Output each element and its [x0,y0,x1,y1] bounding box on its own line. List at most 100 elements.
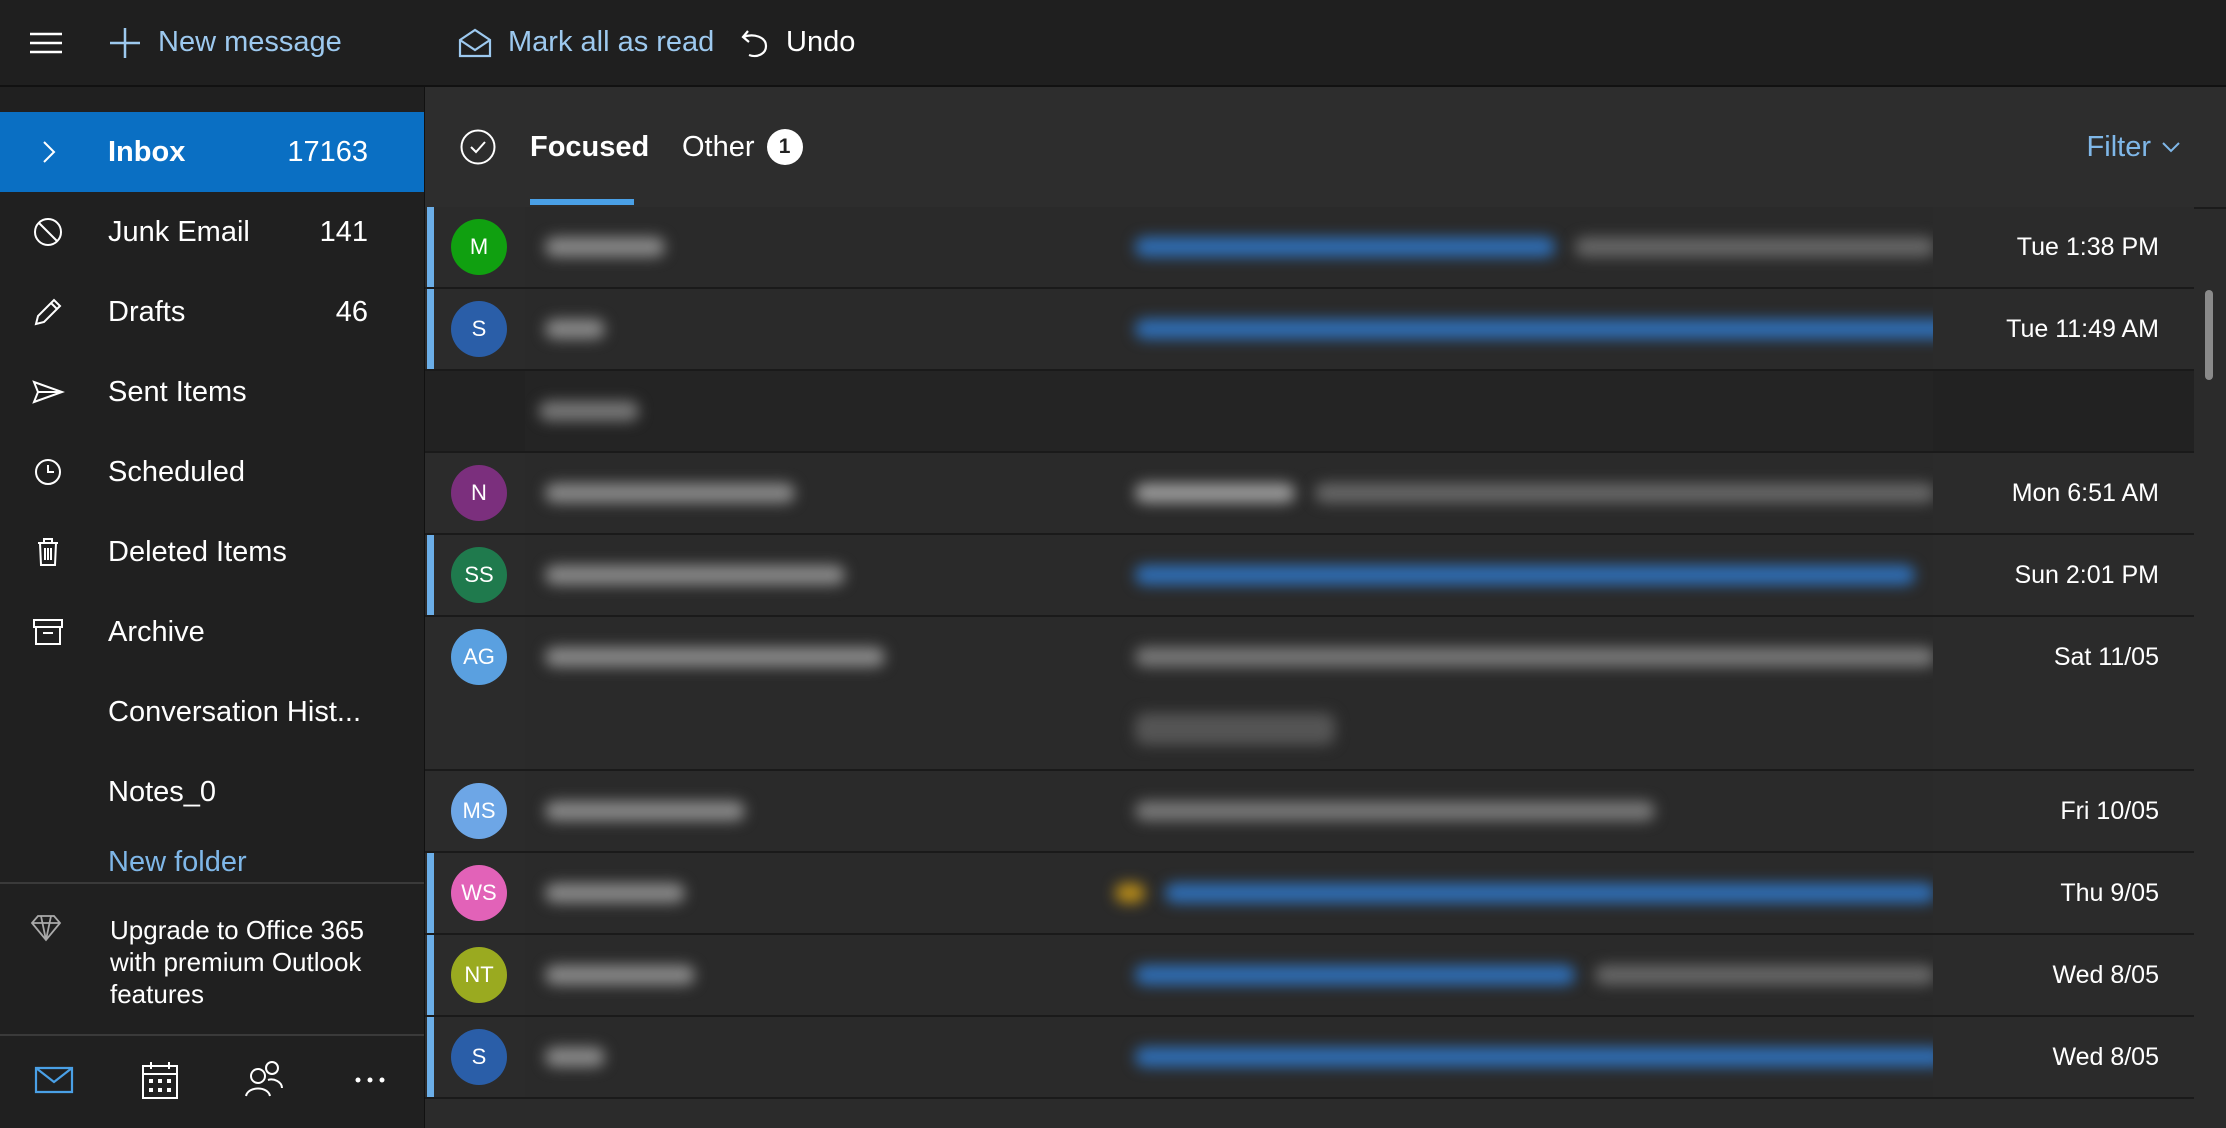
table-row[interactable]: S Tue 11:49 AM [425,289,2194,371]
mail-icon[interactable] [30,1056,78,1104]
sidebar-item-sent-items[interactable]: Sent Items [0,352,424,432]
avatar: S [451,1029,507,1085]
blurred-message-preview [525,935,1933,1015]
sidebar-item-junk-email[interactable]: Junk Email 141 [0,192,424,272]
sidebar-item-label: Drafts [108,295,186,328]
more-icon[interactable] [346,1056,394,1104]
message-date: Fri 10/05 [2060,797,2159,825]
message-list: M Tue 1:38 PM S Tue 11:49 AM N Mon 6:51 … [425,207,2194,1128]
archive-icon [33,619,63,645]
undo-icon [741,29,768,57]
table-row[interactable]: S Wed 8/05 [425,1017,2194,1099]
blurred-message-preview [525,535,1933,615]
new-message-button[interactable]: New message [108,0,342,85]
sidebar-item-label: Archive [108,615,205,648]
sidebar-item-archive[interactable]: Archive [0,592,424,672]
new-message-label: New message [158,26,342,58]
plus-icon [110,27,140,58]
table-row[interactable]: WS Thu 9/05 [425,853,2194,935]
sidebar-item-inbox[interactable]: Inbox 17163 [0,112,424,192]
other-count-badge: 1 [766,129,803,165]
hamburger-icon [30,32,62,53]
table-row[interactable]: N Mon 6:51 AM [425,453,2194,535]
message-date: Wed 8/05 [2052,961,2159,989]
block-icon [34,218,62,246]
table-row[interactable]: M Tue 1:38 PM [425,207,2194,289]
blurred-message-preview [525,853,1933,933]
trash-icon [38,538,58,566]
upgrade-banner[interactable]: Upgrade to Office 365 with premium Outlo… [0,882,424,1036]
avatar: WS [451,865,507,921]
diamond-icon [30,915,62,942]
calendar-icon[interactable] [136,1056,184,1104]
blurred-message-preview [525,1017,1933,1097]
date-group-header [425,371,2194,453]
unread-count: 17163 [287,135,368,168]
table-row[interactable]: SS Sun 2:01 PM [425,535,2194,617]
blurred-message-preview [525,207,1933,287]
new-folder-label: New folder [108,846,247,878]
filter-label: Filter [2086,130,2151,163]
sidebar-item-scheduled[interactable]: Scheduled [0,432,424,512]
folder-count: 46 [335,295,368,328]
check-circle-icon [460,129,496,165]
sidebar-item-conversation-history[interactable]: Conversation Hist... [0,672,424,752]
bottom-nav [0,1034,424,1128]
undo-button[interactable]: Undo [740,0,855,85]
tab-focused[interactable]: Focused [530,87,649,207]
folder-count: 141 [319,215,368,248]
avatar: N [451,465,507,521]
message-date: Sun 2:01 PM [2014,561,2159,589]
chevron-right-icon [43,141,56,163]
sidebar-item-label: Conversation Hist... [108,695,362,728]
blurred-message-preview [525,771,1933,851]
inbox-tabs: Focused Other 1 Filter [425,87,2226,209]
message-date: Mon 6:51 AM [2011,479,2159,507]
sidebar-item-label: Deleted Items [108,535,287,568]
tab-other-label: Other [682,130,755,163]
folder-sidebar: Inbox 17163 Junk Email 141 Drafts 46 Sen… [0,87,425,1128]
tab-focused-label: Focused [530,130,650,163]
message-date: Thu 9/05 [2060,879,2159,907]
tab-other[interactable]: Other 1 [682,87,803,207]
sidebar-item-label: Notes_0 [108,775,217,808]
filter-button[interactable]: Filter [2087,87,2181,207]
upgrade-text: Upgrade to Office 365 with premium Outlo… [110,915,364,1009]
message-date: Tue 11:49 AM [2006,315,2159,343]
avatar: NT [451,947,507,1003]
table-row[interactable]: NT Wed 8/05 [425,935,2194,1017]
people-icon[interactable] [240,1056,288,1104]
avatar: S [451,301,507,357]
undo-label: Undo [786,26,856,58]
message-date: Tue 1:38 PM [2016,233,2159,261]
new-folder-link[interactable]: New folder [0,832,424,882]
sidebar-item-label: Inbox [108,135,186,168]
avatar: SS [451,547,507,603]
blurred-message-preview [525,289,1933,369]
chevron-down-icon [2162,142,2180,153]
focused-tab-indicator [530,199,634,205]
message-date: Wed 8/05 [2052,1043,2159,1071]
sidebar-item-drafts[interactable]: Drafts 46 [0,272,424,352]
select-mode-button[interactable] [459,87,497,207]
sidebar-item-label: Junk Email [108,215,250,248]
clock-icon [35,459,61,485]
table-row[interactable]: MS Fri 10/05 [425,771,2194,853]
blurred-message-preview [525,617,1933,769]
sidebar-item-notes[interactable]: Notes_0 [0,752,424,832]
mark-all-read-button[interactable]: Mark all as read [458,0,714,85]
sidebar-item-label: Scheduled [108,455,246,488]
table-row[interactable]: AG Sat 11/05 [425,617,2194,771]
blurred-message-preview [525,453,1933,533]
sidebar-item-deleted-items[interactable]: Deleted Items [0,512,424,592]
toolbar: New message Mark all as read Undo [0,0,2226,87]
send-icon [32,380,65,404]
blurred-group-label [525,371,1933,451]
avatar: MS [451,783,507,839]
avatar: AG [451,629,507,685]
sidebar-item-label: Sent Items [108,375,247,408]
pencil-icon [34,298,62,326]
open-envelope-icon [458,28,492,57]
message-list-scrollbar[interactable] [2205,290,2213,380]
hamburger-menu-button[interactable] [28,0,64,85]
